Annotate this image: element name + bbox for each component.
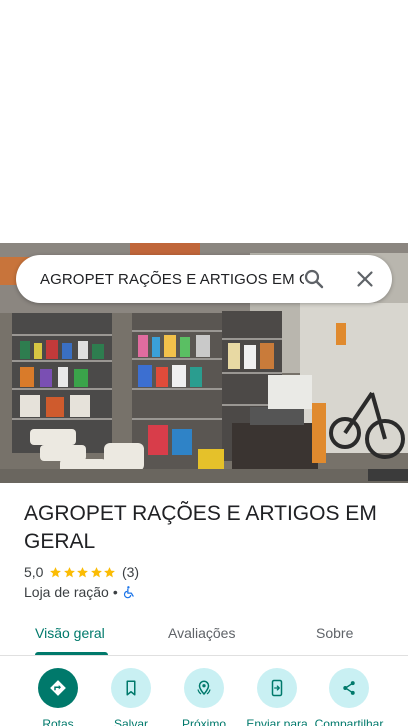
reviews-count[interactable]: (3) [122, 564, 139, 580]
place-category: Loja de ração [24, 584, 109, 600]
tab-overview[interactable]: Visão geral [35, 624, 105, 642]
star-icon [50, 566, 62, 577]
share-label: Compartilhar [314, 717, 384, 726]
directions-icon [50, 680, 66, 696]
active-tab-indicator [35, 652, 108, 655]
search-icon[interactable] [302, 267, 326, 291]
star-icon [91, 566, 102, 577]
close-icon[interactable] [353, 267, 377, 291]
rating-row[interactable]: 5,0 (3) [24, 563, 139, 581]
action-buttons: Rotas Salvar Próximo Enviar para Compart… [0, 668, 408, 726]
nearby-icon [197, 680, 211, 696]
search-input[interactable]: AGROPET RAÇÕES E ARTIGOS EM GERAL [40, 269, 304, 291]
tab-bar: Visão geral Avaliações Sobre [0, 612, 408, 656]
star-icon [77, 566, 89, 577]
send-to-phone-icon [271, 679, 283, 697]
share-icon [343, 681, 355, 695]
tab-about[interactable]: Sobre [316, 624, 353, 642]
rating-value: 5,0 [24, 564, 44, 580]
bookmark-icon [126, 680, 136, 696]
share-button[interactable]: Compartilhar [309, 668, 389, 726]
tab-reviews[interactable]: Avaliações [168, 624, 235, 642]
star-icon [64, 566, 75, 577]
star-rating [49, 566, 117, 579]
star-icon [104, 566, 116, 577]
wheelchair-icon[interactable] [122, 585, 136, 599]
search-bar[interactable]: AGROPET RAÇÕES E ARTIGOS EM GERAL [16, 255, 392, 303]
place-title: AGROPET RAÇÕES E ARTIGOS EM GERAL [24, 502, 377, 553]
separator-dot: • [112, 584, 118, 600]
category-row: Loja de ração • [24, 583, 136, 601]
